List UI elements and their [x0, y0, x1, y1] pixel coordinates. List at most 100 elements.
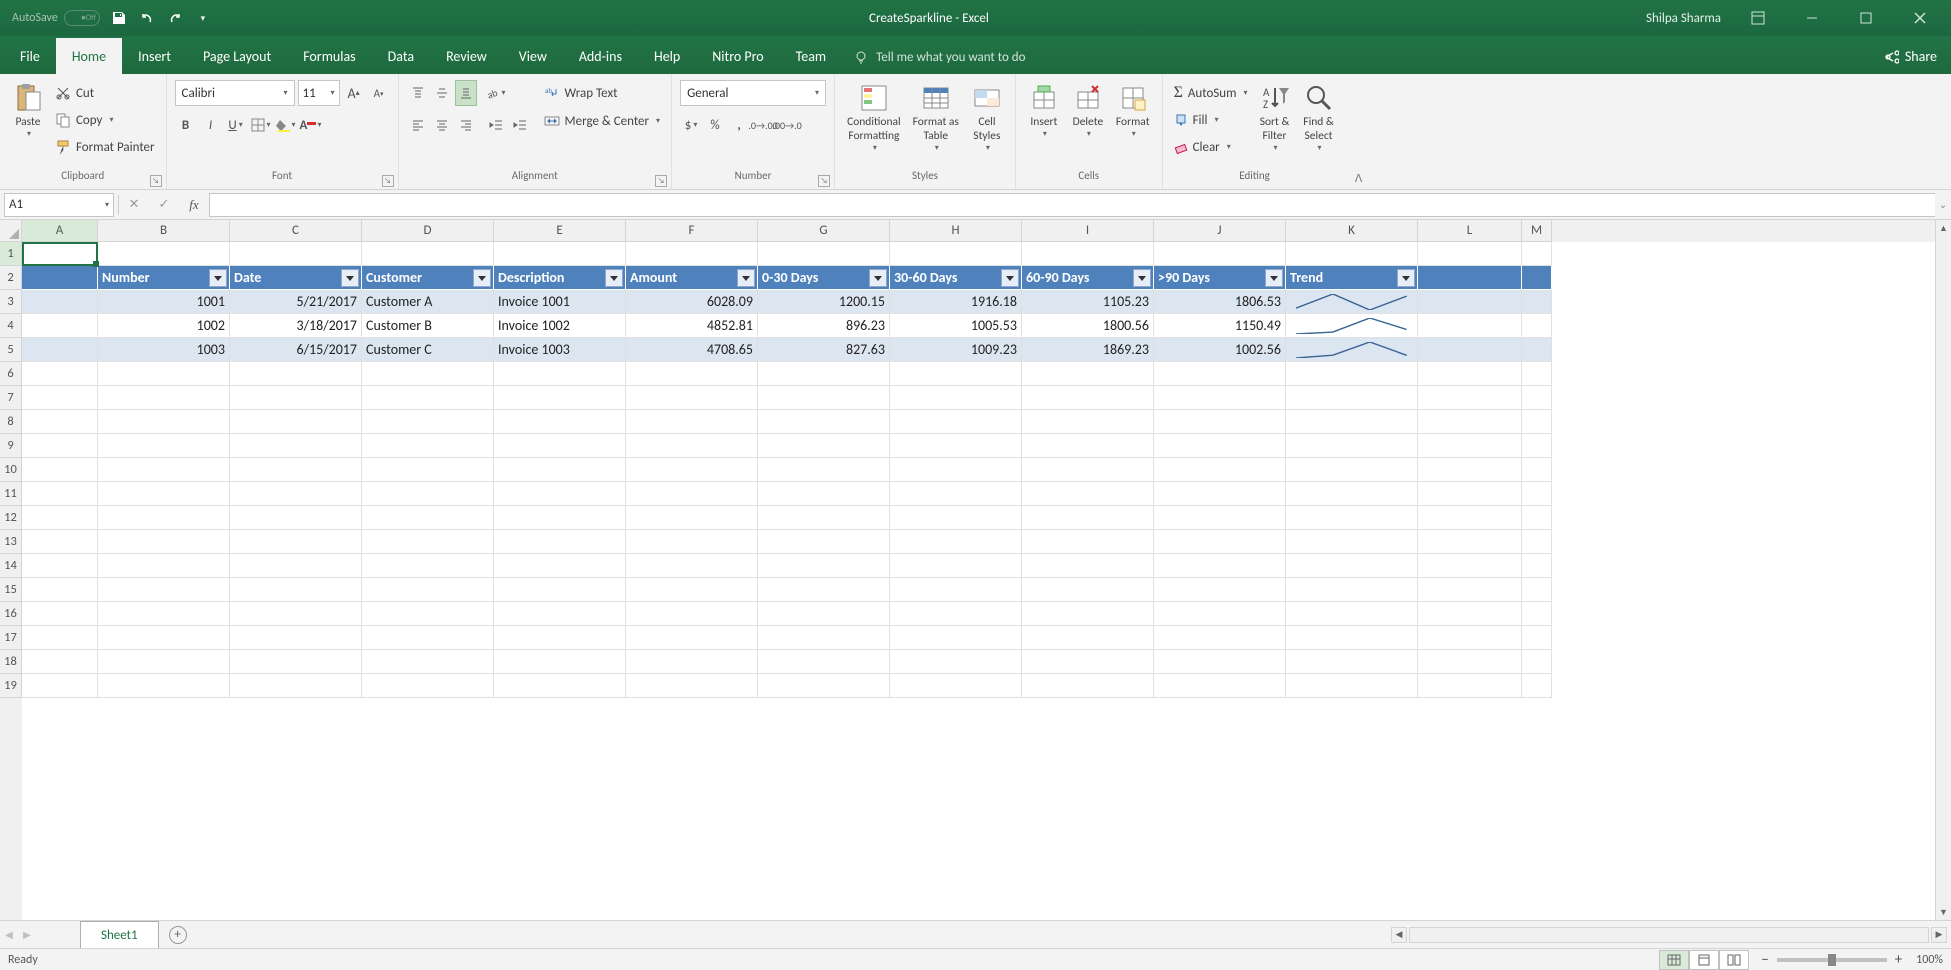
cell[interactable] [758, 362, 890, 386]
formula-input[interactable] [209, 193, 1935, 217]
cell[interactable] [1286, 602, 1418, 626]
cell[interactable] [22, 530, 98, 554]
cell[interactable] [22, 554, 98, 578]
cell[interactable] [890, 362, 1022, 386]
cell[interactable] [1418, 410, 1522, 434]
cell[interactable]: 1003 [98, 338, 230, 362]
format-as-table-button[interactable]: Format as Table▾ [909, 80, 963, 155]
cell-area[interactable]: NumberDateCustomerDescriptionAmount0-30 … [22, 242, 1935, 920]
tab-file[interactable]: File [4, 38, 56, 74]
format-cells-button[interactable]: Format▾ [1112, 80, 1154, 141]
cell[interactable] [1418, 506, 1522, 530]
cell[interactable] [230, 530, 362, 554]
cell[interactable] [1418, 530, 1522, 554]
row-header-1[interactable]: 1 [0, 242, 22, 266]
find-select-button[interactable]: Find & Select▾ [1299, 80, 1339, 155]
cell[interactable] [890, 386, 1022, 410]
cell[interactable] [758, 506, 890, 530]
cell[interactable] [758, 530, 890, 554]
cell[interactable]: >90 Days [1154, 266, 1286, 290]
cell[interactable] [494, 458, 626, 482]
cell[interactable]: 4708.65 [626, 338, 758, 362]
cell[interactable] [758, 650, 890, 674]
cell[interactable] [890, 650, 1022, 674]
column-header-I[interactable]: I [1022, 220, 1154, 242]
column-header-D[interactable]: D [362, 220, 494, 242]
cell[interactable] [1522, 362, 1552, 386]
cell[interactable] [1522, 290, 1552, 314]
cell[interactable] [890, 530, 1022, 554]
cell[interactable] [1154, 530, 1286, 554]
cell[interactable]: 1009.23 [890, 338, 1022, 362]
increase-decimal-button[interactable]: .0→.00 [752, 112, 774, 138]
cell[interactable] [1418, 602, 1522, 626]
cell[interactable] [626, 506, 758, 530]
cell[interactable] [1022, 242, 1154, 266]
cell[interactable] [362, 602, 494, 626]
spreadsheet-grid[interactable]: ABCDEFGHIJKLM 12345678910111213141516171… [0, 220, 1951, 920]
cell[interactable] [890, 482, 1022, 506]
filter-button[interactable] [1265, 269, 1283, 287]
cell[interactable] [98, 410, 230, 434]
cell[interactable] [758, 674, 890, 698]
enter-formula-icon[interactable]: ✓ [149, 197, 179, 212]
row-header-10[interactable]: 10 [0, 458, 22, 482]
sparkline-cell[interactable] [1286, 338, 1418, 362]
conditional-formatting-button[interactable]: Conditional Formatting▾ [843, 80, 905, 155]
cell[interactable] [22, 338, 98, 362]
tab-view[interactable]: View [503, 38, 563, 74]
cell[interactable]: 5/21/2017 [230, 290, 362, 314]
cell[interactable] [22, 506, 98, 530]
borders-button[interactable]: ▾ [250, 112, 272, 138]
cell[interactable] [362, 530, 494, 554]
decrease-indent-icon[interactable] [485, 112, 507, 138]
cell[interactable] [1022, 674, 1154, 698]
row-header-4[interactable]: 4 [0, 314, 22, 338]
cell[interactable] [362, 482, 494, 506]
cell[interactable] [22, 626, 98, 650]
cell[interactable] [230, 506, 362, 530]
cell[interactable] [1022, 530, 1154, 554]
filter-button[interactable] [1397, 269, 1415, 287]
bold-button[interactable]: B [175, 112, 197, 138]
cell[interactable] [1022, 458, 1154, 482]
cell[interactable] [1418, 650, 1522, 674]
cell[interactable] [362, 386, 494, 410]
cell[interactable] [1154, 602, 1286, 626]
cell[interactable] [362, 506, 494, 530]
save-icon[interactable] [110, 9, 128, 27]
cell[interactable] [626, 650, 758, 674]
number-dialog-launcher[interactable]: ↘ [818, 175, 830, 187]
column-header-K[interactable]: K [1286, 220, 1418, 242]
cell[interactable] [1286, 530, 1418, 554]
cell[interactable] [1418, 554, 1522, 578]
tab-insert[interactable]: Insert [122, 38, 187, 74]
cell[interactable] [98, 626, 230, 650]
cell[interactable] [98, 506, 230, 530]
cell[interactable] [890, 506, 1022, 530]
cell[interactable] [1022, 386, 1154, 410]
cell[interactable] [1286, 242, 1418, 266]
row-header-9[interactable]: 9 [0, 434, 22, 458]
cell[interactable] [362, 242, 494, 266]
cell[interactable] [626, 242, 758, 266]
cell[interactable] [1154, 626, 1286, 650]
delete-cells-button[interactable]: Delete▾ [1068, 80, 1108, 141]
cell[interactable] [98, 674, 230, 698]
zoom-level[interactable]: 100% [1916, 953, 1943, 967]
cell[interactable] [98, 602, 230, 626]
cell[interactable] [494, 242, 626, 266]
scroll-right-icon[interactable]: ▶ [1931, 927, 1947, 943]
cell[interactable] [890, 626, 1022, 650]
cell[interactable]: 1002.56 [1154, 338, 1286, 362]
cell[interactable] [362, 578, 494, 602]
cell[interactable]: Invoice 1003 [494, 338, 626, 362]
cell[interactable] [98, 650, 230, 674]
cell[interactable] [1286, 674, 1418, 698]
cell[interactable] [494, 650, 626, 674]
insert-function-icon[interactable]: fx [179, 197, 209, 213]
cell[interactable] [1154, 482, 1286, 506]
ribbon-options-icon[interactable] [1741, 7, 1775, 29]
tab-formulas[interactable]: Formulas [287, 38, 371, 74]
cell[interactable]: Customer C [362, 338, 494, 362]
